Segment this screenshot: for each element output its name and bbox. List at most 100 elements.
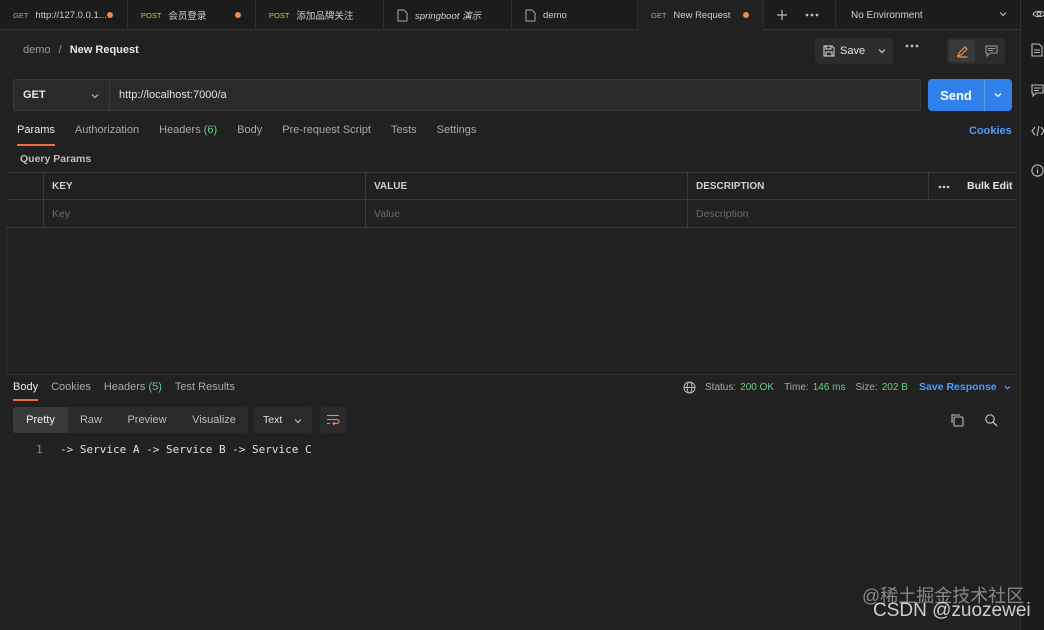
documentation-icon[interactable]	[1031, 43, 1043, 57]
pane-border	[6, 227, 7, 374]
request-tabs: Params Authorization Headers (6) Body Pr…	[17, 124, 496, 146]
unsaved-dot-icon	[235, 12, 241, 18]
view-pretty[interactable]: Pretty	[13, 407, 68, 433]
request-tab[interactable]: POST 添加品牌关注	[256, 0, 384, 30]
tab-authorization[interactable]: Authorization	[75, 124, 139, 146]
chevron-down-icon	[999, 12, 1007, 17]
comments-icon[interactable]	[1031, 84, 1044, 97]
response-tab-cookies[interactable]: Cookies	[51, 381, 91, 401]
method-badge: GET	[13, 10, 29, 20]
response-tab-headers-label: Headers	[103, 381, 146, 393]
column-options-more-icon[interactable]	[928, 173, 958, 200]
copy-icon[interactable]	[950, 413, 964, 427]
tab-label: http://127.0.0.1...	[35, 9, 107, 21]
view-visualize-label: Visualize	[192, 414, 236, 426]
info-icon[interactable]	[1031, 164, 1044, 177]
tab-authorization-label: Authorization	[74, 124, 140, 136]
format-select[interactable]: Text	[254, 407, 312, 433]
request-tab[interactable]: GET http://127.0.0.1...	[0, 0, 128, 30]
tab-body-label: Body	[237, 124, 263, 136]
row-checkbox-cell	[7, 200, 43, 227]
edit-pencil-icon[interactable]	[949, 40, 975, 62]
value-input[interactable]: Value	[365, 200, 687, 227]
chevron-down-icon	[91, 94, 99, 99]
response-tab-headers[interactable]: Headers (5)	[104, 381, 162, 401]
view-visualize[interactable]: Visualize	[180, 407, 248, 433]
new-tab-plus-icon[interactable]	[770, 0, 794, 30]
environment-selector[interactable]: No Environment	[835, 0, 1020, 30]
headers-count: (6)	[203, 124, 218, 136]
send-button[interactable]: Send	[928, 79, 1012, 111]
time-value[interactable]: 146 ms	[813, 382, 846, 393]
tab-pre-request-label: Pre-request Script	[282, 124, 371, 136]
tab-pre-request-script[interactable]: Pre-request Script	[282, 124, 371, 146]
view-mode-toggle	[947, 38, 1005, 64]
view-preview-label: Preview	[127, 414, 167, 426]
eye-icon[interactable]	[1032, 8, 1044, 20]
key-input[interactable]: Key	[43, 200, 365, 227]
response-meta: Status: 200 OK Time: 146 ms Size: 202 B	[683, 381, 918, 394]
method-value: GET	[23, 89, 46, 101]
response-tab-body[interactable]: Body	[13, 381, 39, 401]
request-tab-active[interactable]: GET New Request	[638, 0, 764, 30]
query-params-table: KEY VALUE DESCRIPTION Bulk Edit Key Valu…	[7, 172, 1017, 228]
more-options-icon[interactable]	[905, 44, 919, 48]
doc-icon	[525, 9, 536, 21]
unsaved-dot-icon	[743, 12, 749, 18]
bulk-edit-button[interactable]: Bulk Edit	[967, 180, 1013, 192]
tab-body[interactable]: Body	[237, 124, 262, 146]
size-value[interactable]: 202 B	[882, 382, 908, 393]
view-raw[interactable]: Raw	[68, 407, 114, 433]
wrap-lines-icon[interactable]	[320, 407, 346, 433]
response-tab-test-results[interactable]: Test Results	[175, 381, 235, 401]
query-params-title: Query Params	[20, 153, 92, 165]
url-input[interactable]	[110, 79, 921, 111]
method-badge: POST	[141, 10, 162, 20]
tab-options-more-icon[interactable]	[800, 0, 824, 30]
format-value: Text	[263, 414, 283, 426]
response-tab-test-results-label: Test Results	[174, 381, 235, 393]
doc-icon	[397, 9, 408, 21]
save-response-button[interactable]: Save Response	[919, 381, 1012, 393]
chevron-down-icon	[294, 419, 302, 424]
response-tab-body-label: Body	[13, 381, 39, 393]
view-preview[interactable]: Preview	[114, 407, 180, 433]
globe-icon[interactable]	[683, 381, 696, 394]
size-label: Size:	[855, 382, 878, 393]
tab-params-label: Params	[17, 124, 55, 136]
response-headers-count: (5)	[148, 381, 162, 393]
tab-settings[interactable]: Settings	[437, 124, 477, 146]
search-icon[interactable]	[984, 413, 998, 427]
request-tab[interactable]: demo	[512, 0, 638, 30]
save-response-label: Save Response	[919, 381, 997, 393]
code-icon[interactable]	[1031, 125, 1044, 137]
breadcrumb: demo / New Request	[23, 44, 139, 56]
method-select[interactable]: GET	[13, 79, 110, 111]
cookies-link[interactable]: Cookies	[969, 125, 1012, 137]
tab-params[interactable]: Params	[17, 124, 55, 146]
status-value[interactable]: 200 OK	[740, 382, 774, 393]
request-name[interactable]: New Request	[70, 44, 139, 56]
description-column-header: DESCRIPTION	[687, 173, 928, 200]
save-button-group: Save	[815, 38, 893, 64]
pane-divider[interactable]	[7, 374, 1017, 375]
tab-headers-label: Headers	[159, 124, 201, 136]
comment-icon[interactable]	[978, 40, 1004, 62]
description-input[interactable]: Description	[687, 200, 1017, 227]
request-tab[interactable]: POST 会员登录	[128, 0, 256, 30]
tab-settings-label: Settings	[436, 124, 477, 136]
time-label: Time:	[784, 382, 809, 393]
save-button[interactable]: Save	[815, 45, 865, 57]
response-tabs: Body Cookies Headers (5) Test Results	[13, 381, 248, 401]
request-tab-bar: GET http://127.0.0.1... POST 会员登录 POST 添…	[0, 0, 1020, 30]
breadcrumb-parent[interactable]: demo	[23, 44, 51, 56]
tab-tests-label: Tests	[390, 124, 417, 136]
tab-headers[interactable]: Headers (6)	[159, 124, 217, 146]
floppy-disk-icon	[823, 45, 835, 57]
table-header-row: KEY VALUE DESCRIPTION Bulk Edit	[7, 173, 1017, 200]
save-options-chevron-icon[interactable]	[877, 46, 887, 56]
environment-label: No Environment	[851, 9, 923, 21]
request-tab[interactable]: springboot 演示	[384, 0, 512, 30]
tab-tests[interactable]: Tests	[391, 124, 417, 146]
send-options-chevron-icon[interactable]	[993, 90, 1003, 100]
